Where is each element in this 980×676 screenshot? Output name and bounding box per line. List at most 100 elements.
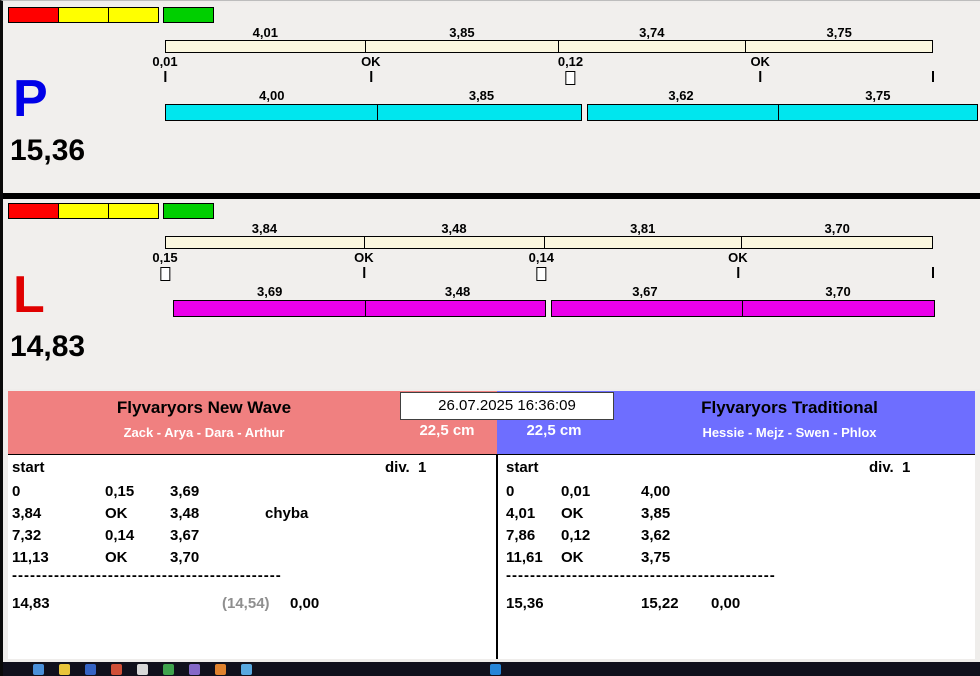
bar-segment: [364, 300, 547, 317]
dog-time-label: 3,48: [444, 284, 471, 299]
bar-segment: [363, 236, 545, 249]
light-red: [8, 203, 59, 219]
bar-segment: [543, 236, 742, 249]
bar-segment: [741, 300, 936, 317]
judgment: OK: [105, 504, 128, 522]
marker-label: 0,01: [152, 54, 178, 69]
datetime-display: 26.07.2025 16:36:09: [400, 392, 614, 420]
note: chyba: [265, 504, 309, 522]
crossing-interval-bar: [165, 40, 934, 53]
taskbar-icon[interactable]: [189, 664, 200, 675]
team-dogs: Zack - Arya - Dara - Arthur: [123, 425, 285, 440]
interval-label: 3,85: [449, 25, 475, 40]
cumulative-time: 0: [506, 482, 515, 500]
crossing-interval-labels: 3,84 3,48 3,81 3,70: [165, 221, 933, 236]
taskbar-icon[interactable]: [33, 664, 44, 675]
crossing-interval-bar: [165, 236, 933, 249]
start-label: start: [12, 459, 45, 476]
marker-label: 0,12: [557, 54, 584, 69]
bar-segment: [551, 300, 743, 317]
fault-box-icon: [565, 71, 576, 85]
bar-segment: [173, 300, 366, 317]
bar-segment: [365, 40, 559, 53]
marker-label: 0,15: [152, 250, 178, 265]
dog-time-label: 3,69: [257, 284, 283, 299]
taskbar-icon[interactable]: [163, 664, 174, 675]
division-label: div. 1: [385, 459, 427, 476]
taskbar-icon[interactable]: [85, 664, 96, 675]
totals-row: 14,83 (14,54) 0,00: [8, 590, 496, 616]
team-dogs: Hessie - Mejz - Swen - Phlox: [702, 425, 877, 440]
interval-label: 4,01: [252, 25, 278, 40]
bar-segment: [165, 40, 367, 53]
heat-lights: [8, 203, 214, 219]
dog-time-label: 3,62: [668, 88, 694, 103]
marker-exchange-2: 0,14: [529, 251, 554, 281]
total-time: 14,83: [12, 594, 50, 612]
table-row: 0 0,01 4,00: [498, 480, 975, 502]
team-name: Flyvaryors New Wave: [116, 398, 292, 417]
taskbar-icon[interactable]: [215, 664, 226, 675]
table-row: 11,61 OK 3,75: [498, 546, 975, 568]
judgment: 0,14: [105, 526, 135, 544]
lane-bars: 4,01 3,85 3,74 3,75 0,01 OK 0,12 OK 4,00…: [152, 25, 979, 121]
judgment: 0,12: [561, 526, 591, 544]
bar-segment: [376, 104, 582, 121]
bar-segment: [740, 236, 933, 249]
judgment: OK: [561, 504, 584, 522]
taskbar-icon[interactable]: [137, 664, 148, 675]
marker-exchange-1: OK: [361, 55, 381, 82]
taskbar-icon[interactable]: [59, 664, 70, 675]
table-row: 11,13 OK 3,70: [8, 546, 496, 568]
dog-time-label: 3,70: [825, 284, 851, 299]
penalty: 0,00: [711, 594, 741, 612]
interval-label: 3,70: [824, 221, 850, 236]
dog-time-bar: [173, 300, 936, 317]
jump-height: 22,5 cm: [419, 422, 475, 439]
interval-label: 3,74: [639, 25, 665, 40]
judgment: 0,15: [105, 482, 135, 500]
lane-bars: 3,84 3,48 3,81 3,70 0,15 OK 0,14 OK 3,69…: [152, 221, 936, 317]
table-row: 0 0,15 3,69: [8, 480, 496, 502]
cumulative-time: 7,32: [12, 526, 42, 544]
cumulative-time: 11,13: [12, 548, 49, 566]
taskbar-icon[interactable]: [490, 664, 501, 675]
cumulative-time: 11,61: [506, 548, 543, 566]
light-red: [8, 7, 59, 23]
interval-label: 3,48: [441, 221, 467, 236]
bar-segment: [557, 40, 746, 53]
tick-icon: [932, 71, 934, 82]
light-green: [163, 7, 214, 23]
split-time: 3,75: [641, 548, 671, 566]
tick-icon: [369, 71, 372, 82]
taskbar-icon[interactable]: [241, 664, 252, 675]
cumulative-time: 3,84: [12, 504, 42, 522]
split-time: 3,69: [170, 482, 200, 500]
net-time: 15,22: [641, 594, 679, 612]
interval-label: 3,84: [251, 221, 278, 236]
marker-label: OK: [354, 250, 374, 265]
light-green: [163, 203, 214, 219]
bar-segment: [744, 40, 934, 53]
split-time: 4,00: [641, 482, 671, 500]
cumulative-time: 0: [12, 482, 21, 500]
fault-box-icon: [160, 267, 170, 281]
net-time: (14,54): [222, 594, 270, 612]
marker-label: 0,14: [528, 250, 554, 265]
taskbar-icon[interactable]: [111, 664, 122, 675]
table-row: 7,86 0,12 3,62: [498, 524, 975, 546]
score-table-right: start div. 1 0 0,01 4,00 4,01 OK 3,85 7,…: [496, 455, 975, 659]
tick-icon: [736, 267, 739, 278]
table-head-row: start div. 1: [498, 459, 975, 480]
lane-letter: L: [13, 266, 45, 324]
lane-panel-left: 3,84 3,48 3,81 3,70 0,15 OK 0,14 OK 3,69…: [3, 199, 980, 389]
split-time: 3,67: [170, 526, 200, 544]
marker-exchange-1: OK: [354, 251, 374, 278]
judgment: OK: [105, 548, 128, 566]
tick-icon: [759, 71, 762, 82]
dog-time-bar: [165, 104, 979, 121]
cumulative-time: 4,01: [506, 504, 536, 522]
cumulative-time: 7,86: [506, 526, 536, 544]
separator-line: ----------------------------------------…: [506, 568, 776, 584]
dog-time-label: 3,75: [865, 88, 891, 103]
